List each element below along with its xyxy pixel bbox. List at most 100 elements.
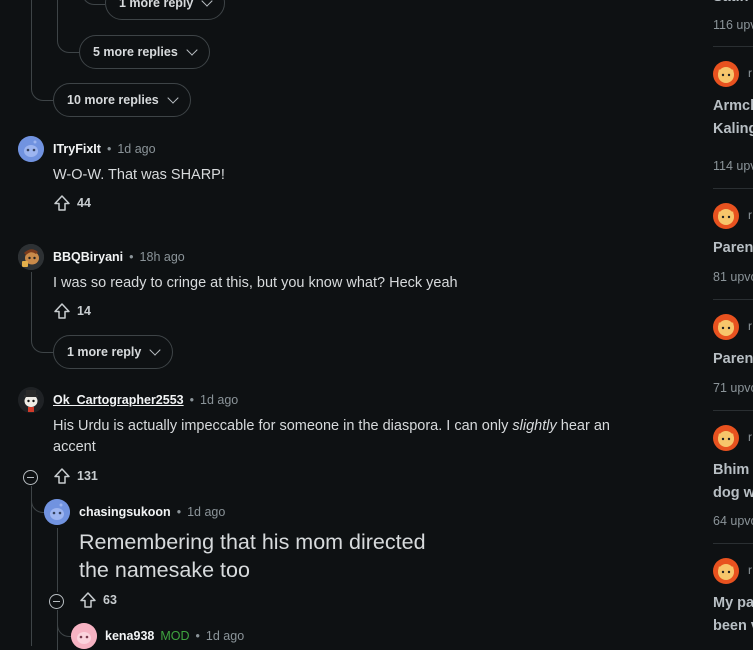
more-replies-label: 5 more replies <box>93 45 178 59</box>
related-post-title[interactable]: Parents <box>713 237 753 260</box>
snoo-avatar-icon <box>18 244 44 270</box>
subreddit-avatar[interactable] <box>713 425 739 451</box>
related-post-title[interactable]: Bhim <box>713 459 753 482</box>
subreddit-prefix: r <box>748 563 752 577</box>
cat-icon <box>718 209 734 225</box>
comment-meta: kena938 MOD • 1d ago <box>105 629 244 643</box>
subreddit-avatar[interactable] <box>713 61 739 87</box>
vote-count: 44 <box>77 196 91 210</box>
snoo-avatar-icon <box>18 387 44 413</box>
subreddit-prefix: r <box>748 208 752 222</box>
avatar[interactable] <box>18 387 44 413</box>
more-replies-label: 1 more reply <box>119 0 194 10</box>
timestamp[interactable]: 1d ago <box>200 393 238 407</box>
avatar[interactable] <box>71 623 97 649</box>
related-post-title[interactable]: dog w <box>713 482 753 505</box>
subreddit-prefix: r <box>748 319 752 333</box>
upvote-icon[interactable] <box>53 467 71 485</box>
thread-curve <box>82 0 105 5</box>
divider <box>713 188 753 189</box>
separator-dot: • <box>176 505 182 519</box>
avatar[interactable] <box>44 499 70 525</box>
thread-curve <box>31 322 54 353</box>
subreddit-avatar[interactable] <box>713 314 739 340</box>
related-post-votes: 116 upvotes <box>713 18 753 32</box>
related-post-title[interactable]: Satin <box>713 0 753 9</box>
comment-body: Remembering that his mom directed the na… <box>79 528 426 584</box>
more-replies-label: 1 more reply <box>67 345 142 359</box>
timestamp[interactable]: 1d ago <box>117 142 155 156</box>
snoo-avatar-icon <box>44 499 70 525</box>
related-post-votes: 71 upvotes <box>713 381 753 395</box>
vote-group: 131 <box>53 467 98 485</box>
divider <box>713 543 753 544</box>
upvote-icon[interactable] <box>53 194 71 212</box>
thread-curve <box>57 620 72 637</box>
related-post-title[interactable]: been v <box>713 615 753 638</box>
username[interactable]: chasingsukoon <box>79 505 171 519</box>
chevron-down-icon <box>186 44 198 56</box>
separator-dot: • <box>129 250 134 264</box>
related-post-votes: 114 upvotes <box>713 159 753 173</box>
thread-curve <box>31 70 54 101</box>
more-replies-button[interactable]: 1 more reply <box>105 0 226 20</box>
chevron-down-icon <box>167 92 179 104</box>
thread-line <box>57 528 58 592</box>
username[interactable]: BBQBiryani <box>53 250 123 264</box>
cat-icon <box>718 67 734 83</box>
upvote-icon[interactable] <box>53 302 71 320</box>
timestamp[interactable]: 1d ago <box>206 629 244 643</box>
mod-badge: MOD <box>160 629 190 643</box>
timestamp[interactable]: 1d ago <box>187 505 225 519</box>
more-replies-button[interactable]: 10 more replies <box>53 83 191 117</box>
more-replies-button[interactable]: 5 more replies <box>79 35 210 69</box>
username[interactable]: kena938 <box>105 629 154 643</box>
comment-meta: BBQBiryani • 18h ago <box>53 250 185 264</box>
thread-curve <box>57 30 80 53</box>
subreddit-avatar[interactable] <box>713 203 739 229</box>
related-post-title[interactable]: Armchair <box>713 95 753 118</box>
divider <box>713 46 753 47</box>
comment-text: His Urdu is actually impeccable for some… <box>53 418 513 434</box>
comment-body: I was so ready to cringe at this, but yo… <box>53 275 458 291</box>
cat-icon <box>718 320 734 336</box>
vote-group: 63 <box>79 591 117 609</box>
snoo-avatar-icon <box>18 136 44 162</box>
username[interactable]: ITryFixIt <box>53 142 101 156</box>
comment-body: His Urdu is actually impeccable for some… <box>53 416 653 458</box>
username[interactable]: Ok_Cartographer2553 <box>53 393 184 407</box>
comment-body: W-O-W. That was SHARP! <box>53 167 225 183</box>
snoo-avatar-icon <box>71 623 97 649</box>
avatar[interactable] <box>18 136 44 162</box>
comment-meta: ITryFixIt • 1d ago <box>53 142 156 156</box>
separator-dot: • <box>106 142 112 156</box>
vote-count: 14 <box>77 304 91 318</box>
related-post-title[interactable]: Parents <box>713 348 753 371</box>
comment-meta: chasingsukoon • 1d ago <box>79 505 225 519</box>
upvote-icon[interactable] <box>79 591 97 609</box>
subreddit-prefix: r <box>748 66 752 80</box>
comment-meta: Ok_Cartographer2553 • 1d ago <box>53 393 238 407</box>
comment-text-line: the namesake too <box>79 558 250 582</box>
comment-text-line: Remembering that his mom directed <box>79 530 426 554</box>
avatar[interactable] <box>18 244 44 270</box>
related-post-title[interactable]: My pa <box>713 592 753 615</box>
chevron-down-icon <box>149 344 162 356</box>
divider <box>713 299 753 300</box>
related-post-votes: 81 upvotes <box>713 270 753 284</box>
subreddit-avatar[interactable] <box>713 558 739 584</box>
related-post-title[interactable]: Kaling <box>713 118 753 141</box>
vote-group: 14 <box>53 302 91 320</box>
chevron-down-icon <box>201 0 214 7</box>
collapse-thread-icon[interactable] <box>23 470 38 485</box>
related-post-votes: 64 upvotes <box>713 514 753 528</box>
collapse-thread-icon[interactable] <box>49 594 64 609</box>
timestamp[interactable]: 18h ago <box>140 250 185 264</box>
separator-dot: • <box>189 393 195 407</box>
cat-icon <box>718 564 734 580</box>
divider <box>713 410 753 411</box>
vote-count: 131 <box>77 469 98 483</box>
more-replies-button[interactable]: 1 more reply <box>53 335 174 369</box>
comment-emphasis: slightly <box>512 418 557 434</box>
subreddit-prefix: r <box>748 430 752 444</box>
